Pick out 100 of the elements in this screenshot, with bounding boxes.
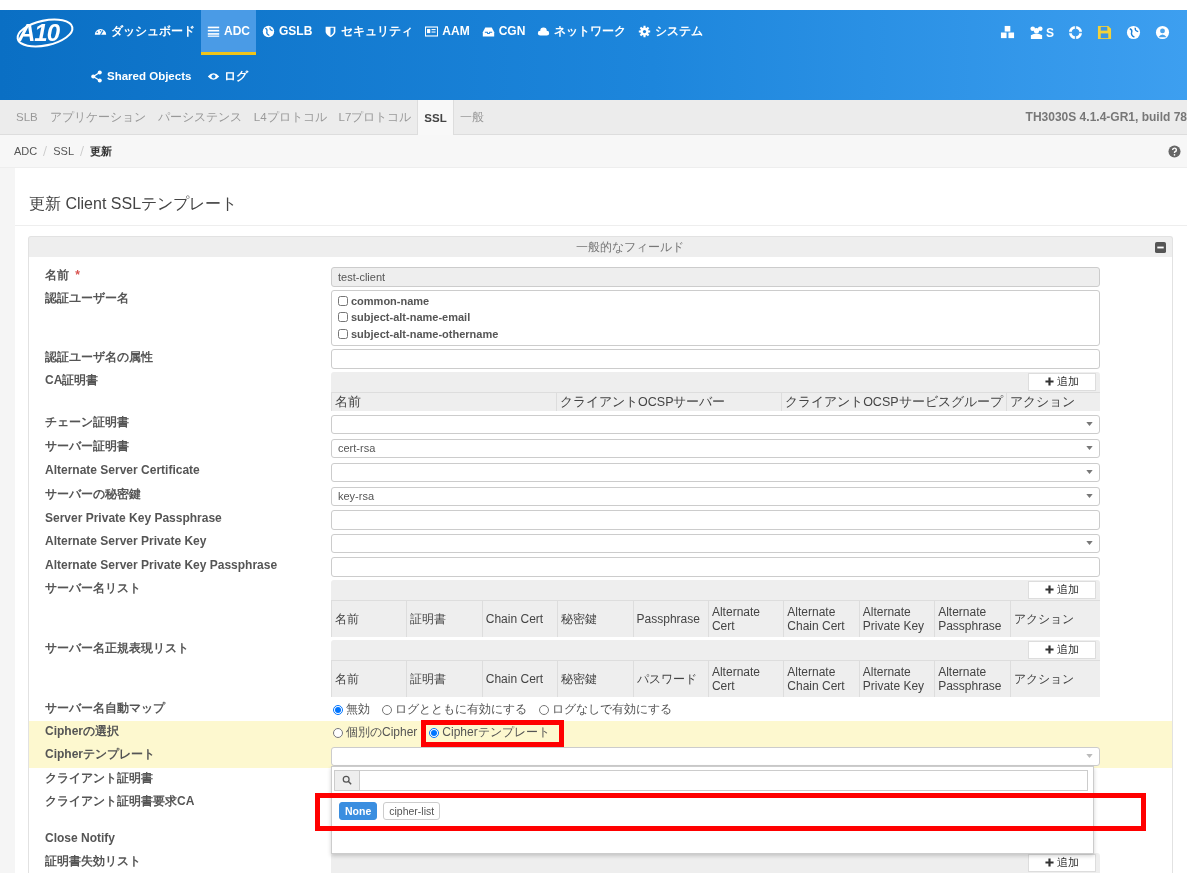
field-label: 認証ユーザ名の属性 (45, 349, 153, 364)
add-button[interactable]: 追加 (1028, 640, 1096, 659)
column-header: Chain Cert (481, 660, 558, 697)
dropdown-field[interactable]: cert-rsa (331, 438, 1100, 458)
breadcrumb-item[interactable]: SSL (53, 145, 75, 157)
field-label: 名前 (45, 267, 69, 282)
nav-item[interactable]: CGN (475, 10, 532, 55)
page-title: 更新 Client SSLテンプレート (15, 168, 1187, 226)
column-header: アクション (1009, 660, 1100, 697)
inbox-icon (481, 24, 495, 38)
field-label: チェーン証明書 (45, 414, 129, 429)
column-header: 証明書 (406, 660, 482, 697)
id-card-icon (425, 24, 439, 38)
shield-icon (324, 24, 338, 38)
tab[interactable]: パーシステンス (151, 100, 248, 134)
tab[interactable]: SSL (417, 100, 454, 135)
checkbox[interactable] (338, 312, 348, 323)
checkbox-label: common-name (351, 294, 430, 307)
caret-icon (1086, 470, 1093, 474)
dropdown-field[interactable] (331, 462, 1100, 482)
radio-button[interactable] (539, 704, 549, 715)
text-field[interactable] (331, 348, 1100, 369)
collapse-icon[interactable] (1155, 241, 1166, 253)
column-header: 秘密鍵 (557, 600, 633, 637)
required-mark: * (75, 267, 80, 282)
radio-button[interactable] (429, 727, 440, 738)
search-field[interactable] (334, 769, 1088, 791)
radio-button[interactable] (382, 704, 392, 715)
checkbox[interactable] (338, 329, 348, 340)
breadcrumb-item[interactable]: 更新 (90, 143, 113, 159)
caret-icon (1086, 422, 1093, 426)
text-field[interactable] (331, 509, 1100, 530)
toolbar-button[interactable]: S (1022, 10, 1061, 55)
option-chip[interactable]: cipher-list (383, 801, 441, 820)
nav-item[interactable]: ダッシュボード (88, 10, 201, 55)
nav-item[interactable]: ADC (201, 10, 256, 55)
field-label: クライアント証明書 (45, 770, 153, 785)
help-icon[interactable] (1168, 144, 1181, 158)
breadcrumb-separator-icon (43, 146, 48, 156)
version-text: TH3030S 4.1.4-GR1, build 78 (1025, 110, 1187, 124)
field-label: Alternate Server Private Key (45, 533, 207, 548)
nav-item[interactable]: セキュリティ (318, 10, 420, 55)
field-label: サーバーの秘密鍵 (45, 486, 141, 501)
field-label: サーバー名正規表現リスト (45, 640, 189, 655)
caret-icon (1086, 754, 1093, 758)
tab[interactable]: アプリケーション (43, 100, 152, 134)
caret-icon (1086, 541, 1093, 545)
tab[interactable]: 一般 (453, 100, 490, 134)
tab[interactable]: L4プロトコル (247, 100, 333, 134)
field-label: Alternate Server Certificate (45, 462, 200, 477)
breadcrumb-separator-icon (80, 146, 85, 156)
field-label: 認証ユーザー名 (45, 290, 129, 305)
column-header: Passphrase (632, 600, 708, 637)
column-header: 名前 (331, 600, 407, 637)
nav-item[interactable]: ログ (201, 68, 255, 87)
field-label: Alternate Server Private Key Passphrase (45, 557, 278, 572)
field-label: 証明書失効リスト (45, 853, 141, 868)
dropdown-field[interactable]: key-rsa (331, 486, 1100, 506)
column-header: Alternate Chain Cert (783, 600, 859, 637)
nav-item[interactable]: システム (632, 10, 710, 55)
text-field[interactable]: test-client (331, 266, 1100, 287)
column-header: Alternate Passphrase (934, 600, 1010, 637)
dropdown-field[interactable] (331, 414, 1100, 434)
field-label: CA証明書 (45, 372, 99, 387)
field-label: Close Notify (45, 830, 115, 845)
field-label: サーバー名自動マップ (45, 700, 165, 715)
checkbox[interactable] (338, 295, 348, 306)
selected-value: key-rsa (338, 490, 376, 502)
option-chip[interactable]: None (339, 801, 378, 820)
text-field[interactable] (331, 556, 1100, 577)
add-button[interactable]: 追加 (1028, 580, 1096, 599)
dropdown-field[interactable] (331, 533, 1100, 553)
tab[interactable]: L7プロトコル (332, 100, 418, 134)
caret-icon (1086, 446, 1093, 450)
nav-item[interactable]: GSLB (256, 10, 319, 55)
radio-button[interactable] (333, 727, 343, 738)
user-icon (1155, 25, 1170, 40)
field-label: Cipherテンプレート (45, 746, 155, 761)
radio-button[interactable] (333, 704, 343, 715)
add-button[interactable]: 追加 (1028, 372, 1096, 391)
globe-icon (1126, 25, 1141, 40)
tab[interactable]: SLB (10, 100, 44, 134)
column-header: クライアントOCSPサーバー (556, 392, 782, 411)
search-icon (342, 775, 352, 785)
radio-label: Cipherテンプレート (442, 724, 550, 741)
column-header: Chain Cert (481, 600, 558, 637)
nav-item[interactable]: AAM (419, 10, 476, 55)
plus-icon (1045, 585, 1054, 594)
selected-value: cert-rsa (338, 442, 377, 454)
dropdown-field[interactable] (331, 746, 1100, 766)
nav-item[interactable]: ネットワーク (531, 10, 633, 55)
field-label: Cipherの選択 (45, 723, 119, 738)
column-header: クライアントOCSPサービスグループ (781, 392, 1007, 411)
column-header: Alternate Private Key (858, 660, 935, 697)
column-header: アクション (1006, 392, 1100, 411)
breadcrumb-item[interactable]: ADC (14, 145, 38, 157)
checkbox-label: subject-alt-name-othername (351, 328, 499, 341)
radio-label: 無効 (346, 701, 370, 718)
radio-label: ログなしで有効にする (552, 701, 672, 718)
nav-item[interactable]: Shared Objects (84, 69, 198, 86)
